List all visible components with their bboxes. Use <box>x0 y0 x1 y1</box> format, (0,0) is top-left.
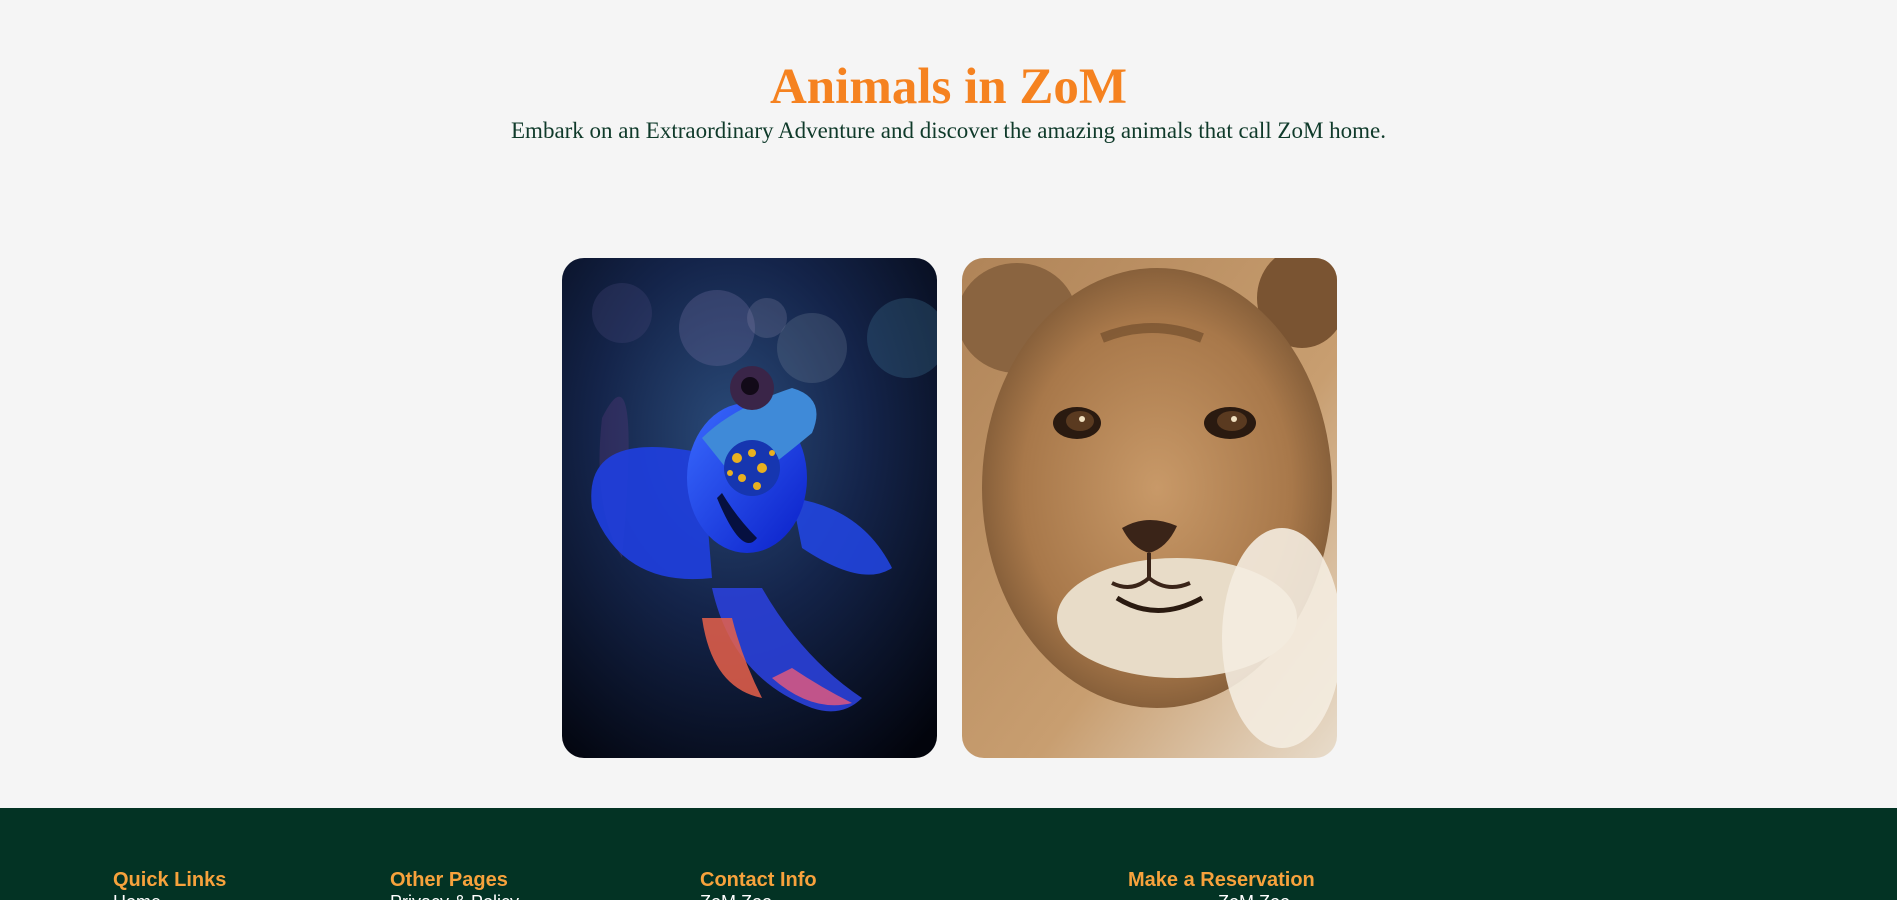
footer-heading-make-reservation: Make a Reservation <box>1128 869 1315 891</box>
fish-image <box>562 258 937 758</box>
site-footer: Quick Links Home Other Pages Privacy & P… <box>0 808 1897 900</box>
footer-quick-links: Quick Links Home <box>113 868 226 900</box>
footer-contact-text: ZoM Zoo <box>700 892 817 900</box>
footer-heading-quick-links: Quick Links <box>113 869 227 891</box>
fish-card[interactable] <box>562 258 937 758</box>
footer-heading-contact-info: Contact Info <box>700 869 817 891</box>
footer-make-reservation: Make a Reservation ZoM Zoo <box>1128 868 1315 900</box>
footer-other-pages: Other Pages Privacy & Policy <box>390 868 519 900</box>
page-subtitle: Embark on an Extraordinary Adventure and… <box>511 118 1386 143</box>
page-title: Animals in ZoM <box>769 59 1128 115</box>
footer-heading-other-pages: Other Pages <box>390 869 508 891</box>
lion-cub-card[interactable] <box>962 258 1337 758</box>
footer-contact-info: Contact Info ZoM Zoo <box>700 868 817 900</box>
footer-reservation-text[interactable]: ZoM Zoo <box>1128 892 1315 900</box>
footer-link-home[interactable]: Home <box>113 892 226 900</box>
footer-link-privacy-policy[interactable]: Privacy & Policy <box>390 892 519 900</box>
lion-cub-image <box>962 258 1337 758</box>
